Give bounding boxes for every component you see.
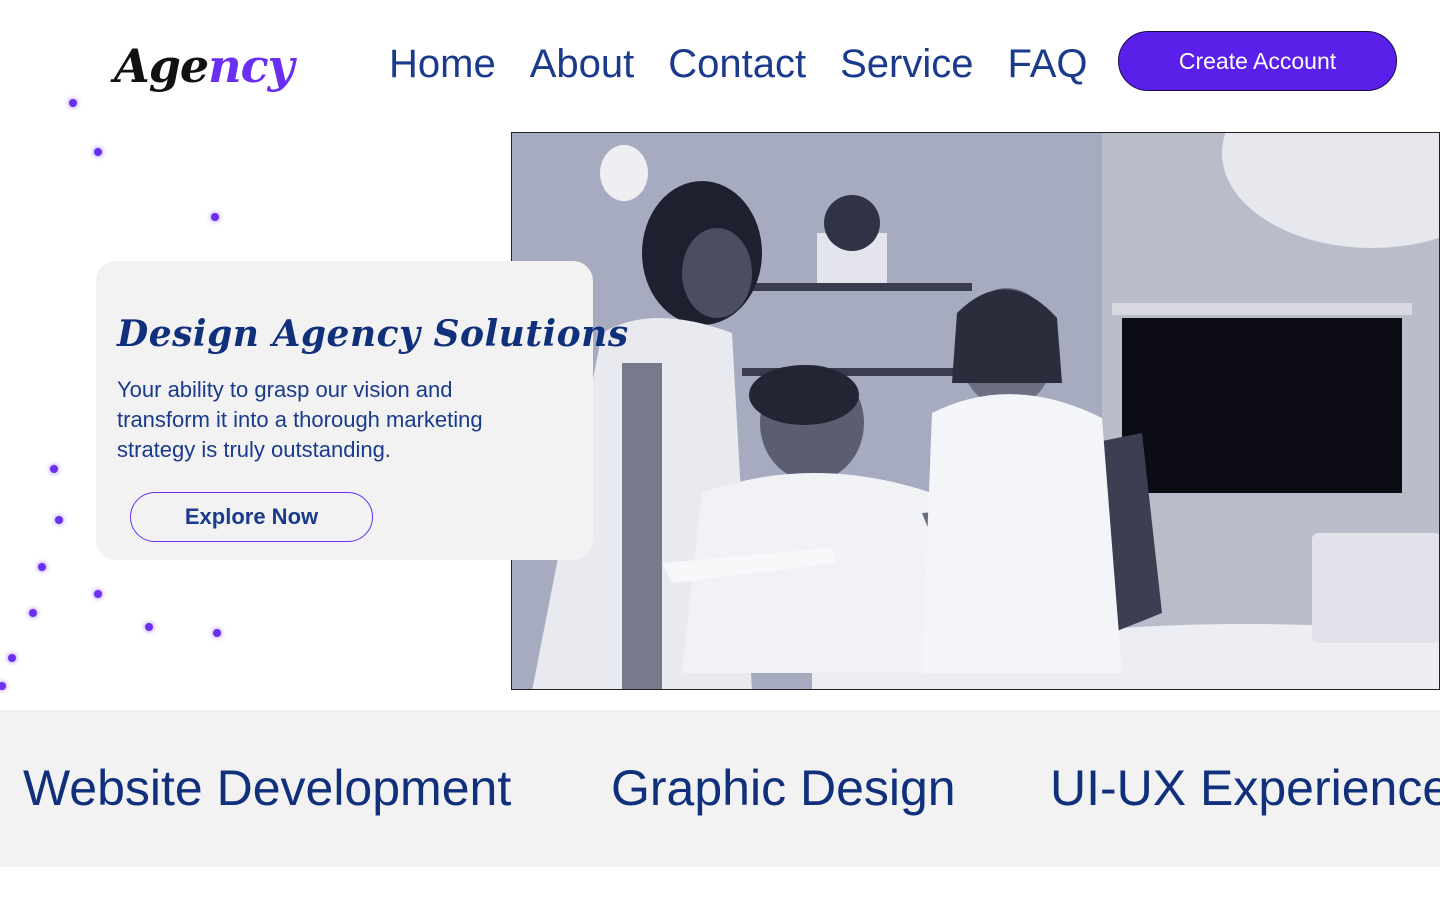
service-ui-ux-experience: UI-UX Experience xyxy=(1050,760,1440,816)
nav-link-faq[interactable]: FAQ xyxy=(1007,40,1087,88)
decorative-dot-icon xyxy=(69,99,77,107)
nav-link-about[interactable]: About xyxy=(530,40,635,88)
hero-description: Your ability to grasp our vision and tra… xyxy=(117,377,483,462)
decorative-dot-icon xyxy=(29,609,37,617)
decorative-dot-icon xyxy=(94,590,102,598)
nav-link-service[interactable]: Service xyxy=(840,40,973,88)
main-nav: Home About Contact Service FAQ xyxy=(389,40,1088,88)
decorative-dot-icon xyxy=(8,654,16,662)
decorative-dot-icon xyxy=(213,629,221,637)
decorative-dot-icon xyxy=(50,465,58,473)
hero-team-photo xyxy=(511,132,1440,690)
decorative-dot-icon xyxy=(211,213,219,221)
logo-text-part2: ncy xyxy=(208,39,294,93)
decorative-dot-icon xyxy=(145,623,153,631)
logo-text-part1: Age xyxy=(114,39,209,93)
nav-link-contact[interactable]: Contact xyxy=(668,40,806,88)
create-account-button[interactable]: Create Account xyxy=(1118,31,1397,91)
service-graphic-design: Graphic Design xyxy=(611,760,956,816)
decorative-dot-icon xyxy=(55,516,63,524)
landing-page: Agency Home About Contact Service FAQ Cr… xyxy=(0,0,1440,900)
decorative-dot-icon xyxy=(0,682,6,690)
hero-photo-illustration xyxy=(512,133,1439,689)
decorative-dot-icon xyxy=(94,148,102,156)
hero-card: Design Agency Solutions Your ability to … xyxy=(96,261,628,560)
decorative-dot-icon xyxy=(38,563,46,571)
nav-link-home[interactable]: Home xyxy=(389,40,496,88)
hero-title: Design Agency Solutions xyxy=(117,313,629,355)
service-website-development: Website Development xyxy=(23,760,512,816)
explore-now-button[interactable]: Explore Now xyxy=(130,492,373,542)
brand-logo[interactable]: Agency xyxy=(114,38,294,94)
services-strip: Website Development Graphic Design UI-UX… xyxy=(0,710,1440,867)
